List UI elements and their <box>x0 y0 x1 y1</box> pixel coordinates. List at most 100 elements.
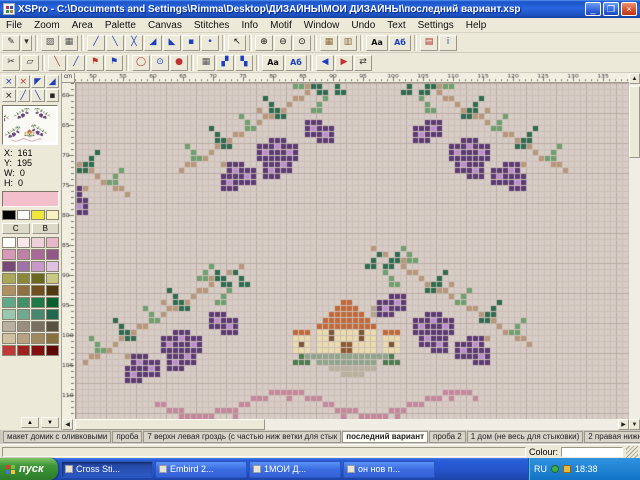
palette-swatch-3-0[interactable] <box>2 273 16 284</box>
info-tool[interactable]: i <box>439 35 457 51</box>
palette-header-c[interactable]: C <box>2 223 30 234</box>
cut-tool[interactable]: ✂ <box>2 55 20 71</box>
vscroll-thumb[interactable] <box>629 86 640 158</box>
motif-mirror-tool[interactable]: ▞ <box>216 55 234 71</box>
palette-swatch-8-1[interactable] <box>17 333 31 344</box>
stitch-canvas[interactable] <box>76 83 630 419</box>
palette-swatch-6-3[interactable] <box>46 309 60 320</box>
palette-swatch-3-1[interactable] <box>17 273 31 284</box>
palette-swatch-2-0[interactable] <box>2 261 16 272</box>
palette-swatch-1-0[interactable] <box>2 249 16 260</box>
pencil-tool[interactable]: ✎ <box>2 35 20 51</box>
menu-item-2[interactable]: Area <box>66 20 99 31</box>
scroll-left-button[interactable]: ◀ <box>62 419 73 430</box>
palette-swatch-2-2[interactable] <box>31 261 45 272</box>
tray-icon-antivirus[interactable] <box>551 465 559 473</box>
menu-item-7[interactable]: Motif <box>264 20 298 31</box>
zoom-out[interactable]: ⊖ <box>274 35 292 51</box>
flag-blue-tool[interactable]: ⚑ <box>105 55 123 71</box>
tab-0[interactable]: макет домик с оливковыми <box>3 431 111 443</box>
palette-tool[interactable]: ▤ <box>420 35 438 51</box>
diagonal-blue-tool[interactable]: ╱ <box>67 55 85 71</box>
palette-swatch-9-1[interactable] <box>17 345 31 356</box>
scroll-up-button[interactable]: ▲ <box>629 73 640 84</box>
horizontal-scrollbar[interactable]: ◀ ▶ <box>62 419 629 430</box>
palette-swatch-9-3[interactable] <box>46 345 60 356</box>
stitch-dot[interactable]: ▪ <box>46 89 60 102</box>
font-cyrillic[interactable]: Аб <box>285 55 307 71</box>
palette-swatch-8-3[interactable] <box>46 333 60 344</box>
palette-swatch-8-0[interactable] <box>2 333 16 344</box>
tab-3[interactable]: последний вариант <box>342 431 428 443</box>
diagonal-red-tool[interactable]: ╲ <box>48 55 66 71</box>
menu-item-0[interactable]: File <box>0 20 28 31</box>
palette-swatch-5-2[interactable] <box>31 297 45 308</box>
taskbar-task-3[interactable]: он нов п... <box>343 461 435 478</box>
motif-library-tool[interactable]: ▦ <box>197 55 215 71</box>
palette-swatch-3-3[interactable] <box>46 273 60 284</box>
quick-swatch-1[interactable] <box>17 210 31 220</box>
palette-swatch-5-1[interactable] <box>17 297 31 308</box>
swap-colors[interactable]: ⇄ <box>354 55 372 71</box>
palette-swatch-0-1[interactable] <box>17 237 31 248</box>
grid-toggle[interactable]: ▦ <box>320 35 338 51</box>
palette-swatch-9-2[interactable] <box>31 345 45 356</box>
palette-swatch-6-2[interactable] <box>31 309 45 320</box>
three-quarter-stitch[interactable]: ◣ <box>163 35 181 51</box>
palette-swatch-6-1[interactable] <box>17 309 31 320</box>
resize-grip[interactable] <box>626 446 638 458</box>
vscroll-track[interactable] <box>629 84 640 419</box>
select-tool[interactable]: ↖ <box>228 35 246 51</box>
language-indicator[interactable]: RU <box>534 464 547 474</box>
full-cross-stitch[interactable]: ╳ <box>125 35 143 51</box>
guides-toggle[interactable]: ▥ <box>339 35 357 51</box>
palette-swatch-1-1[interactable] <box>17 249 31 260</box>
stitch-half-back[interactable]: ╲ <box>31 89 45 102</box>
palette-swatch-1-3[interactable] <box>46 249 60 260</box>
quick-swatch-0[interactable] <box>2 210 16 220</box>
palette-header-b[interactable]: B <box>32 223 60 234</box>
palette-swatch-2-3[interactable] <box>46 261 60 272</box>
taskbar-task-0[interactable]: Cross Sti... <box>61 461 153 478</box>
motif-rotate-tool[interactable]: ▚ <box>235 55 253 71</box>
menu-item-1[interactable]: Zoom <box>28 20 66 31</box>
palette-swatch-4-2[interactable] <box>31 285 45 296</box>
stitch-triangle-left[interactable]: ◤ <box>31 75 45 88</box>
stitch-cross-red[interactable]: × <box>17 75 31 88</box>
half-stitch-back[interactable]: ╲ <box>106 35 124 51</box>
menu-item-10[interactable]: Text <box>381 20 411 31</box>
palette-swatch-8-2[interactable] <box>31 333 45 344</box>
quick-swatch-3[interactable] <box>46 210 60 220</box>
palette-swatch-0-3[interactable] <box>46 237 60 248</box>
stitch-cross-blue[interactable]: × <box>2 75 16 88</box>
quarter-stitch[interactable]: ◢ <box>144 35 162 51</box>
taskbar-task-1[interactable]: Embird 2... <box>155 461 247 478</box>
stitch-triangle-right[interactable]: ◢ <box>46 75 60 88</box>
circle-dot-tool[interactable]: ⊙ <box>151 55 169 71</box>
palette-swatch-5-3[interactable] <box>46 297 60 308</box>
palette-swatch-7-0[interactable] <box>2 321 16 332</box>
palette-swatch-4-0[interactable] <box>2 285 16 296</box>
menu-item-6[interactable]: Info <box>235 20 264 31</box>
nav-forward[interactable]: ▶ <box>335 55 353 71</box>
current-color-swatch[interactable] <box>2 191 59 207</box>
hscroll-track[interactable] <box>73 419 618 430</box>
tab-2[interactable]: 7 верхн левая гроздь (с частью ниж ветки… <box>143 431 341 443</box>
palette-swatch-7-3[interactable] <box>46 321 60 332</box>
start-button[interactable]: пуск <box>0 458 58 480</box>
vertical-scrollbar[interactable]: ▲ ▼ <box>629 73 640 430</box>
palette-swatch-4-3[interactable] <box>46 285 60 296</box>
palette-swatch-7-2[interactable] <box>31 321 45 332</box>
palette-swatch-2-1[interactable] <box>17 261 31 272</box>
french-knot[interactable]: • <box>201 35 219 51</box>
taskbar-task-2[interactable]: 1МОИ Д... <box>249 461 341 478</box>
palette-swatch-7-1[interactable] <box>17 321 31 332</box>
tab-1[interactable]: проба <box>112 431 142 443</box>
quick-swatch-2[interactable] <box>31 210 45 220</box>
palette-scroll-up-button[interactable]: ▲ <box>21 417 39 428</box>
scroll-down-button[interactable]: ▼ <box>629 419 640 430</box>
close-button[interactable]: × <box>621 2 637 16</box>
menu-item-3[interactable]: Palette <box>99 20 142 31</box>
palette-swatch-5-0[interactable] <box>2 297 16 308</box>
menu-item-4[interactable]: Canvas <box>142 20 188 31</box>
